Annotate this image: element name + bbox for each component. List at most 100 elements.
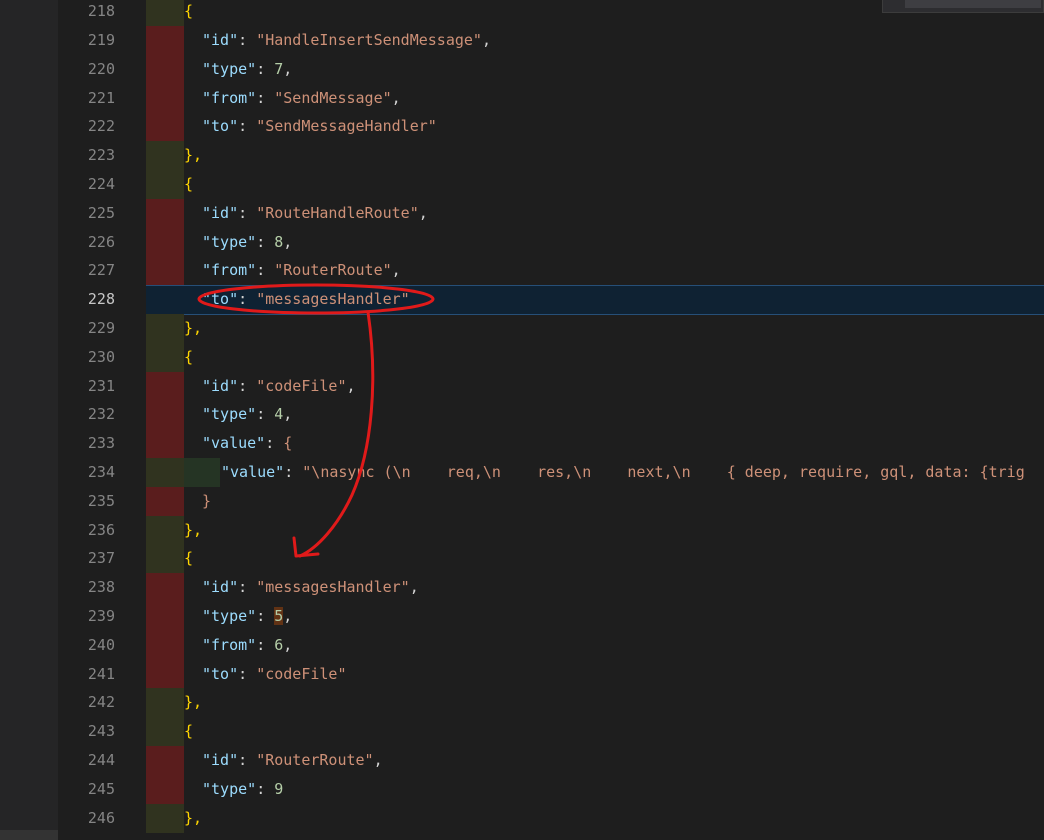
diff-gutter-marker [146,631,184,660]
code-line: 227 "from": "RouterRoute", [0,256,1044,285]
json-key: "type" [202,780,257,798]
line-number: 220 [87,60,115,78]
diff-gutter-marker [146,775,184,804]
line-number: 226 [87,233,115,251]
brace: }, [184,809,203,827]
json-key: "id" [202,377,239,395]
json-number: 8 [274,233,284,251]
json-string: "RouteHandleRoute" [256,204,419,222]
code-line: 225 "id": "RouteHandleRoute", [0,199,1044,228]
diff-gutter-marker [146,314,184,343]
brace: } [202,492,212,510]
json-key: "type" [202,60,257,78]
json-number: 5 [274,607,284,625]
code-line: 236 }, [0,516,1044,545]
json-string: "HandleInsertSendMessage" [256,31,482,49]
code-line: 222 "to": "SendMessageHandler" [0,112,1044,141]
code-line: 246 }, [0,804,1044,833]
diff-gutter-marker [146,746,184,775]
code-line: 231 "id": "codeFile", [0,372,1044,401]
line-number: 224 [87,175,115,193]
json-string: "RouterRoute" [256,751,374,769]
diff-gutter-marker [146,55,184,84]
line-number: 222 [87,117,115,135]
json-string: "messagesHandler" [256,290,410,308]
code-line: 220 "type": 7, [0,55,1044,84]
json-key: "id" [202,578,239,596]
line-number: 237 [87,549,115,567]
diff-gutter-marker [146,199,184,228]
code-line: 235 } [0,487,1044,516]
json-key: "from" [202,89,257,107]
diff-gutter-marker [146,660,184,689]
json-string: "messagesHandler" [256,578,410,596]
json-string: "SendMessageHandler" [256,117,437,135]
diff-gutter-marker [146,343,184,372]
brace: { [184,2,194,20]
code-line: 244 "id": "RouterRoute", [0,746,1044,775]
code-line: 230 { [0,343,1044,372]
line-number: 228 [87,290,115,308]
diff-gutter-marker [146,487,184,516]
diff-gutter-marker [146,458,184,487]
line-number: 227 [87,261,115,279]
brace: { [184,549,194,567]
diff-gutter-marker [146,170,184,199]
code-line: 239 "type": 5, [0,602,1044,631]
json-key: "type" [202,233,257,251]
code-line: 245 "type": 9 [0,775,1044,804]
brace: { [184,348,194,366]
code-line: 226 "type": 8, [0,228,1044,257]
diff-gutter-marker [146,26,184,55]
diff-gutter-marker [146,112,184,141]
code-line: 237 { [0,544,1044,573]
line-number: 235 [87,492,115,510]
code-line: 221 "from": "SendMessage", [0,84,1044,113]
diff-gutter-marker [146,544,184,573]
json-string: "RouterRoute" [274,261,392,279]
code-line-current: 228 "to": "messagesHandler" [0,285,1044,314]
json-number: 4 [274,405,284,423]
json-string: "codeFile" [256,377,347,395]
line-number: 242 [87,693,115,711]
brace: }, [184,319,203,337]
json-number: 9 [274,780,284,798]
json-key: "type" [202,405,257,423]
json-string: "\nasync (\n req,\n res,\n next,\n { dee… [302,463,1025,481]
code-line: 232 "type": 4, [0,400,1044,429]
json-key: "from" [202,261,257,279]
line-number: 231 [87,377,115,395]
json-key: "id" [202,751,239,769]
line-number: 246 [87,809,115,827]
diff-gutter-marker [146,804,184,833]
line-number: 243 [87,722,115,740]
diff-gutter-marker [146,256,184,285]
brace: }, [184,693,203,711]
json-key: "from" [202,636,257,654]
diff-gutter-marker [146,372,184,401]
line-number: 221 [87,89,115,107]
diff-gutter-marker [146,602,184,631]
line-number: 236 [87,521,115,539]
code-line: 229 }, [0,314,1044,343]
json-number: 7 [274,60,284,78]
line-number: 225 [87,204,115,222]
line-number: 223 [87,146,115,164]
line-number: 233 [87,434,115,452]
json-key: "id" [202,31,239,49]
diff-gutter-marker [146,717,184,746]
code-line: 223 }, [0,141,1044,170]
line-number: 234 [87,463,115,481]
code-line: 219 "id": "HandleInsertSendMessage", [0,26,1044,55]
line-number: 245 [87,780,115,798]
code-line: 243 { [0,717,1044,746]
diff-gutter-marker [146,141,184,170]
diff-gutter-marker [146,0,184,26]
code-line: 233 "value": { [0,429,1044,458]
code-line: 241 "to": "codeFile" [0,660,1044,689]
code-line: 218 { [0,0,1044,26]
line-number: 218 [87,2,115,20]
json-key: "value" [221,463,285,481]
diff-gutter-marker [146,688,184,717]
diff-gutter-marker [146,429,184,458]
